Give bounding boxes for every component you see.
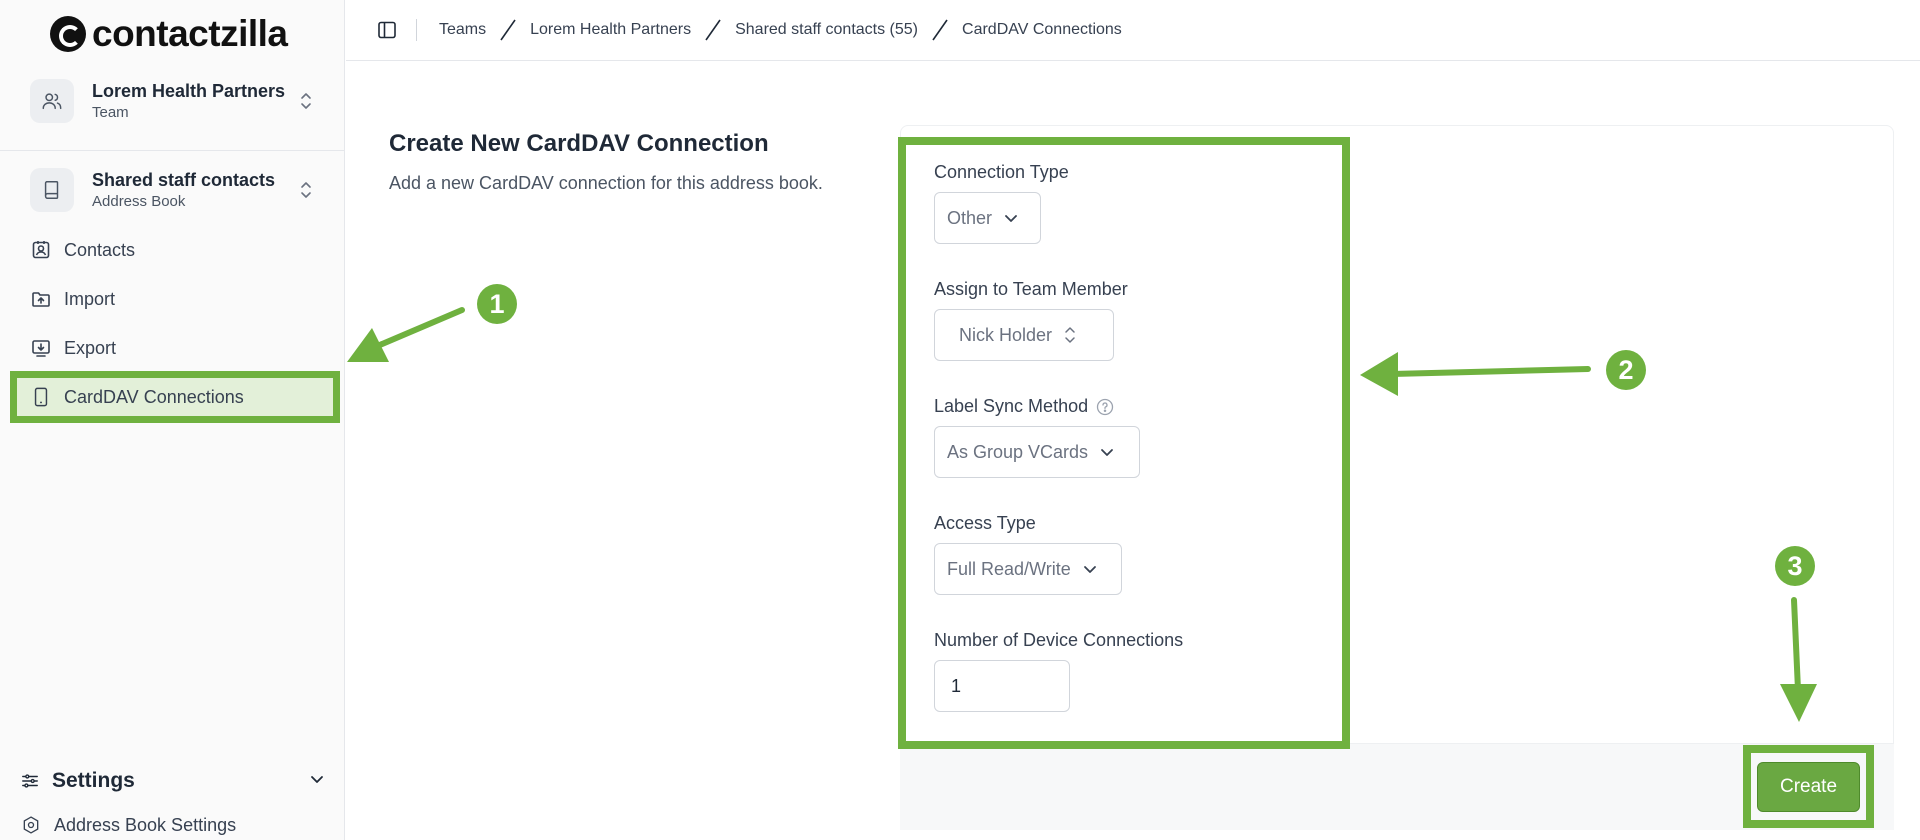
annotation-badge-3: 3 [1775,546,1815,586]
create-button-highlight: Create [1743,745,1874,828]
slash-icon [926,18,954,42]
sidebar-item-carddav-connections[interactable]: CardDAV Connections [10,371,340,423]
access-type-select[interactable]: Full Read/Write [934,543,1122,595]
arrow-1 [347,307,465,362]
settings-sub-label: Address Book Settings [54,814,237,835]
chevron-up-down-icon [296,86,316,116]
contacts-icon [30,239,52,261]
chevron-up-down-icon [296,175,316,205]
page-description: Add a new CardDAV connection for this ad… [389,173,823,193]
team-switcher[interactable]: Lorem Health Partners Team [22,66,322,136]
slash-icon [494,18,522,42]
sidebar-item-import[interactable]: Import [20,279,330,319]
annotation-badge-2: 2 [1606,350,1646,390]
address-book-switcher[interactable]: Shared staff contacts Address Book [22,155,322,225]
address-book-name: Shared staff contacts [92,170,276,190]
label-sync-label: Label Sync Method [934,396,1114,417]
import-icon [30,288,52,310]
chevron-down-icon [1004,211,1018,225]
team-name: Lorem Health Partners [92,81,286,101]
chevron-down-icon [1100,445,1114,459]
breadcrumb-current: CardDAV Connections [962,21,1122,38]
sidebar-divider [0,150,345,151]
connection-type-label: Connection Type [934,162,1069,182]
breadcrumb-teams[interactable]: Teams [439,21,486,39]
sidebar-item-export[interactable]: Export [20,328,330,368]
address-book-type: Address Book [92,193,186,210]
team-icon [30,79,74,123]
top-bar: Teams Lorem Health Partners Shared staff… [346,0,1920,61]
sidebar-item-label: Contacts [64,239,136,260]
book-icon [30,168,74,212]
gear-icon [20,815,42,835]
label-sync-select[interactable]: As Group VCards [934,426,1140,478]
logo-mark-icon [50,16,86,52]
export-icon [30,337,52,359]
sidebar-toggle-icon[interactable] [375,18,399,42]
sidebar-item-address-book-settings[interactable]: Address Book Settings [20,810,236,840]
logo-text: contactzilla [92,13,288,54]
connection-type-value: Other [947,207,993,228]
logo[interactable]: contactzilla [50,12,288,56]
sidebar-item-contacts[interactable]: Contacts [20,230,330,270]
help-icon[interactable] [1096,398,1114,416]
breadcrumb: Teams Lorem Health Partners Shared staff… [439,18,1122,42]
chevron-down-icon [1083,562,1097,576]
device-connections-input[interactable]: 1 [934,660,1070,712]
topbar-divider [416,19,417,41]
create-button[interactable]: Create [1757,761,1860,812]
connection-type-select[interactable]: Other [934,192,1041,244]
assign-member-select[interactable]: Nick Holder [934,309,1114,361]
label-sync-label-text: Label Sync Method [934,396,1089,416]
slash-icon [699,18,727,42]
sidebar-item-label: CardDAV Connections [64,386,244,407]
device-connections-label: Number of Device Connections [934,630,1184,650]
assign-member-label: Assign to Team Member [934,279,1128,299]
breadcrumb-team[interactable]: Lorem Health Partners [530,21,691,39]
chevron-up-down-icon [1064,325,1076,345]
access-type-label: Access Type [934,513,1036,533]
sidebar: contactzilla Lorem Health Partners Team … [0,0,345,840]
device-icon [30,386,52,408]
assign-member-value: Nick Holder [959,324,1053,345]
access-type-value: Full Read/Write [947,558,1071,579]
page-title: Create New CardDAV Connection [389,130,769,157]
settings-section-toggle[interactable]: Settings [20,766,325,796]
sidebar-item-label: Import [64,288,116,309]
sidebar-item-label: Export [64,337,117,358]
device-connections-value: 1 [951,675,962,696]
label-sync-value: As Group VCards [947,441,1089,462]
annotation-badge-1: 1 [477,284,517,324]
sliders-icon [20,772,40,790]
chevron-down-icon [309,769,325,793]
settings-label: Settings [52,769,135,792]
team-type: Team [92,104,129,121]
breadcrumb-address-book[interactable]: Shared staff contacts (55) [735,21,918,39]
